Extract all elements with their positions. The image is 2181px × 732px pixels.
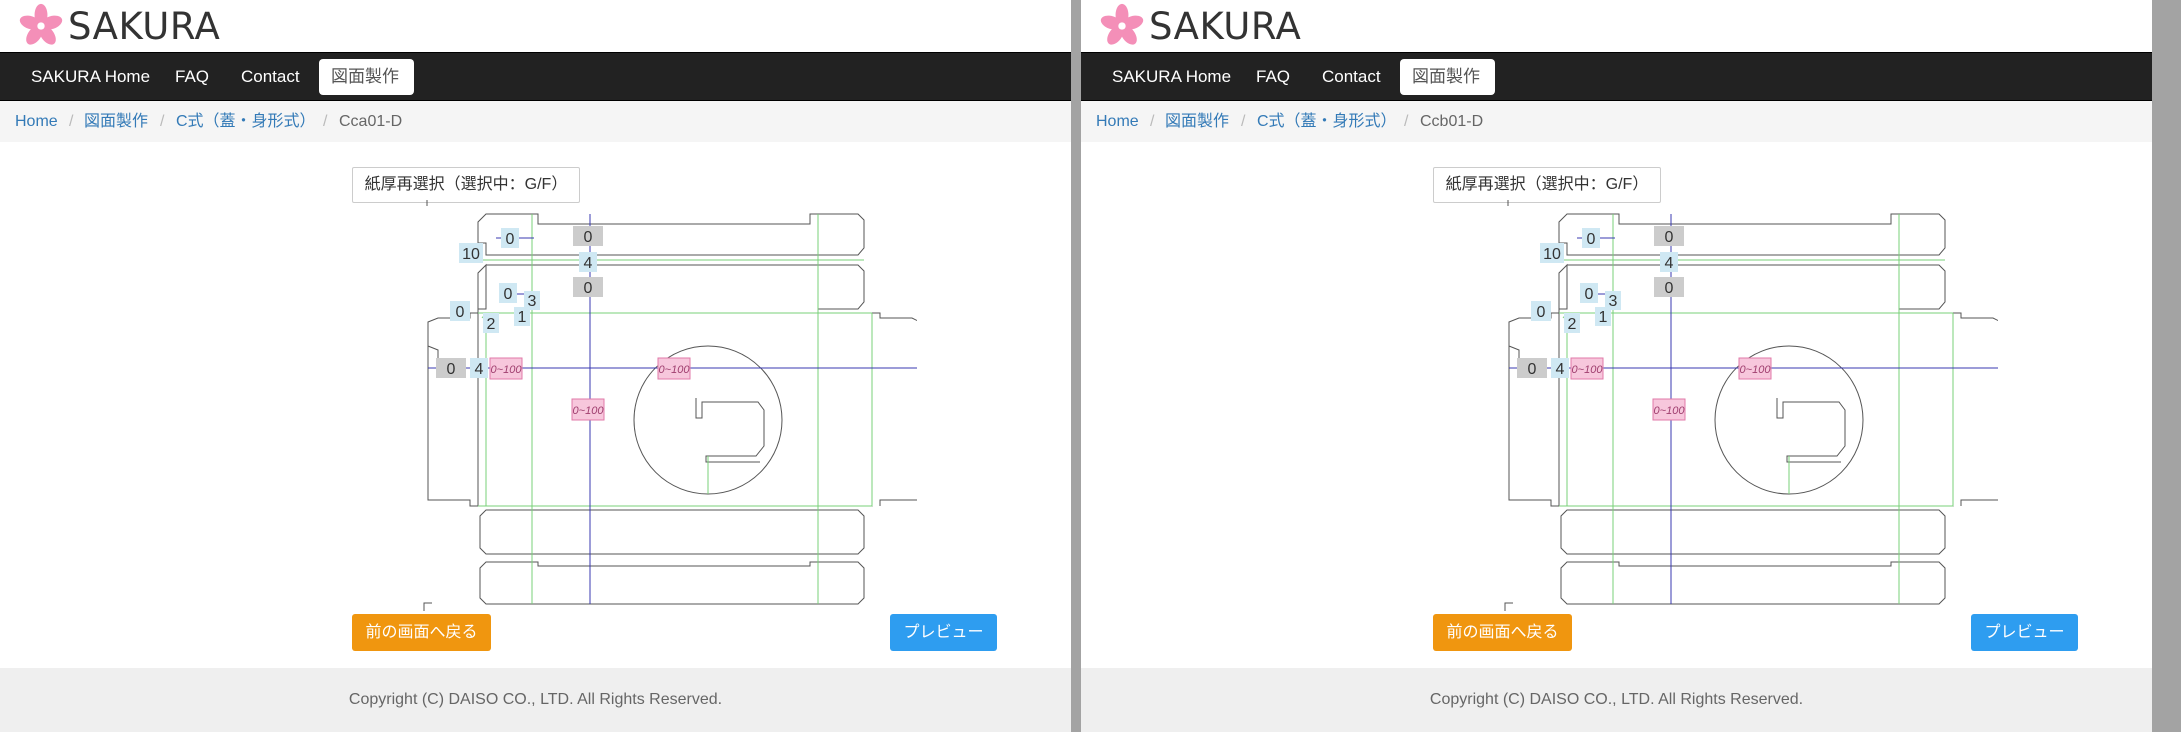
nav-item-contact[interactable]: Contact bbox=[229, 60, 312, 94]
box-diagram: 0 0 4 0 10 0 3 1 2 0 0 4 0~100 0~100 0~1… bbox=[1504, 200, 1998, 611]
logo-text: SAKURA bbox=[68, 4, 221, 48]
window-tab bbox=[1776, 398, 1846, 463]
paper-thickness-reselect-button[interactable]: 紙厚再選択（選択中：G/F） bbox=[352, 167, 580, 203]
breadcrumb-zumen[interactable]: 図面製作 bbox=[84, 101, 148, 142]
breadcrumb-current: Ccb01-D bbox=[1420, 113, 1484, 130]
left-side-lower bbox=[1508, 322, 1559, 507]
breadcrumb-c-type[interactable]: C式（蓋・身形式） bbox=[1257, 101, 1397, 142]
browser-panel-left: SAKURA SAKURA Home FAQ Contact 図面製作 Home… bbox=[0, 0, 1071, 732]
dim-label[interactable]: 0 bbox=[584, 280, 593, 297]
nav-item-faq[interactable]: FAQ bbox=[1244, 60, 1302, 94]
footer: Copyright (C) DAISO CO., LTD. All Rights… bbox=[0, 668, 1071, 732]
breadcrumb-separator: / bbox=[323, 113, 328, 130]
breadcrumb-current: Cca01-D bbox=[339, 113, 403, 130]
breadcrumb-c-type[interactable]: C式（蓋・身形式） bbox=[176, 101, 316, 142]
dim-label[interactable]: 0 bbox=[1665, 229, 1674, 246]
dim-label[interactable]: 0 bbox=[1587, 231, 1596, 248]
main-body bbox=[477, 312, 873, 507]
right-side-panel bbox=[872, 312, 917, 506]
window-tab bbox=[695, 398, 765, 463]
range-label[interactable]: 0~100 bbox=[491, 364, 523, 376]
breadcrumb: Home / 図面製作 / C式（蓋・身形式） / Ccb01-D bbox=[1081, 101, 2152, 142]
breadcrumb-zumen[interactable]: 図面製作 bbox=[1165, 101, 1229, 142]
back-button[interactable]: 前の画面へ戻る bbox=[1433, 614, 1572, 651]
range-label[interactable]: 0~100 bbox=[1740, 364, 1772, 376]
crop-mark bbox=[423, 602, 432, 611]
bottom-inner-flap bbox=[1560, 509, 1946, 555]
right-side-panel bbox=[1953, 312, 1998, 506]
breadcrumb-separator: / bbox=[1150, 113, 1155, 130]
breadcrumb-separator: / bbox=[1404, 113, 1409, 130]
breadcrumb-home[interactable]: Home bbox=[1096, 101, 1139, 142]
footer: Copyright (C) DAISO CO., LTD. All Rights… bbox=[1081, 668, 2152, 732]
nav-item-contact[interactable]: Contact bbox=[1310, 60, 1393, 94]
preview-button[interactable]: プレビュー bbox=[890, 614, 997, 651]
bottom-flap bbox=[1560, 561, 1946, 605]
nav-item-sakura-home[interactable]: SAKURA Home bbox=[19, 60, 162, 94]
dim-label[interactable]: 0 bbox=[504, 286, 513, 303]
site-logo[interactable]: SAKURA bbox=[18, 3, 221, 48]
breadcrumb-separator: / bbox=[69, 113, 74, 130]
dim-label[interactable]: 10 bbox=[1543, 246, 1561, 263]
sakura-flower-icon bbox=[1100, 3, 1144, 45]
dim-label[interactable]: 4 bbox=[1665, 255, 1674, 272]
nav-item-sakura-home[interactable]: SAKURA Home bbox=[1100, 60, 1243, 94]
site-header: SAKURA bbox=[0, 0, 1071, 52]
left-side-lower bbox=[427, 322, 478, 507]
breadcrumb-separator: / bbox=[1241, 113, 1246, 130]
back-button[interactable]: 前の画面へ戻る bbox=[352, 614, 491, 651]
crop-mark bbox=[1504, 602, 1513, 611]
dim-label[interactable]: 0 bbox=[1528, 361, 1537, 378]
nav-item-zumen-seisaku[interactable]: 図面製作 bbox=[1400, 59, 1495, 95]
dim-label[interactable]: 0 bbox=[447, 361, 456, 378]
navbar: SAKURA Home FAQ Contact 図面製作 bbox=[1081, 52, 2152, 101]
dim-label[interactable]: 1 bbox=[1599, 309, 1608, 326]
logo-text: SAKURA bbox=[1149, 4, 1302, 48]
range-label[interactable]: 0~100 bbox=[1572, 364, 1604, 376]
dim-label[interactable]: 2 bbox=[487, 316, 496, 333]
main-body bbox=[1558, 312, 1954, 507]
range-label[interactable]: 0~100 bbox=[573, 405, 605, 417]
dim-label[interactable]: 0 bbox=[1585, 286, 1594, 303]
dim-label[interactable]: 10 bbox=[462, 246, 480, 263]
top-flap bbox=[1558, 213, 1946, 256]
range-label[interactable]: 0~100 bbox=[1654, 405, 1686, 417]
dim-label[interactable]: 1 bbox=[518, 309, 527, 326]
paper-thickness-reselect-button[interactable]: 紙厚再選択（選択中：G/F） bbox=[1433, 167, 1661, 203]
breadcrumb-home[interactable]: Home bbox=[15, 101, 58, 142]
sakura-flower-icon bbox=[19, 3, 63, 45]
top-flap bbox=[477, 213, 865, 256]
breadcrumb: Home / 図面製作 / C式（蓋・身形式） / Cca01-D bbox=[0, 101, 1071, 142]
breadcrumb-separator: / bbox=[160, 113, 165, 130]
copyright-text: Copyright (C) DAISO CO., LTD. All Rights… bbox=[348, 691, 723, 708]
dim-label[interactable]: 4 bbox=[475, 361, 484, 378]
nav-item-zumen-seisaku[interactable]: 図面製作 bbox=[319, 59, 414, 95]
site-logo[interactable]: SAKURA bbox=[1099, 3, 1302, 48]
nav-item-faq[interactable]: FAQ bbox=[163, 60, 221, 94]
range-label[interactable]: 0~100 bbox=[659, 364, 691, 376]
box-diagram: 0 0 4 0 10 0 3 1 2 0 0 4 0~100 0~100 0~1… bbox=[423, 200, 917, 611]
dim-label[interactable]: 2 bbox=[1568, 316, 1577, 333]
copyright-text: Copyright (C) DAISO CO., LTD. All Rights… bbox=[1429, 691, 1804, 708]
browser-panel-right: SAKURA SAKURA Home FAQ Contact 図面製作 Home… bbox=[1081, 0, 2152, 732]
dim-label[interactable]: 4 bbox=[1556, 361, 1565, 378]
dim-label[interactable]: 4 bbox=[584, 255, 593, 272]
preview-button[interactable]: プレビュー bbox=[1971, 614, 2078, 651]
dim-label[interactable]: 0 bbox=[584, 229, 593, 246]
dim-label[interactable]: 0 bbox=[1537, 304, 1546, 321]
dim-label[interactable]: 0 bbox=[506, 231, 515, 248]
site-header: SAKURA bbox=[1081, 0, 2152, 52]
dim-label[interactable]: 0 bbox=[1665, 280, 1674, 297]
bottom-flap bbox=[479, 561, 865, 605]
dim-label[interactable]: 0 bbox=[456, 304, 465, 321]
navbar: SAKURA Home FAQ Contact 図面製作 bbox=[0, 52, 1071, 101]
bottom-inner-flap bbox=[479, 509, 865, 555]
